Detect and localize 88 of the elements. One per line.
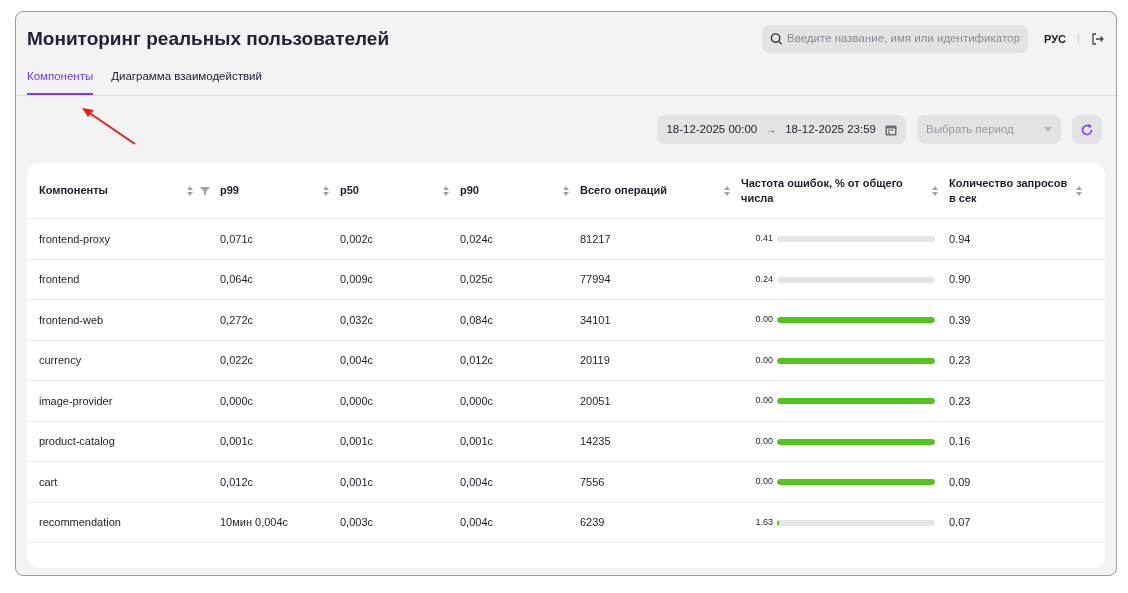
- table-cell: 20119: [580, 354, 610, 367]
- calendar-icon: [885, 123, 897, 136]
- table-cell: 0,002с: [340, 232, 374, 245]
- tab[interactable]: Диаграмма взаимодействий: [111, 64, 262, 96]
- table-cell: 20051: [580, 394, 611, 407]
- table-cell: 0,024с: [460, 232, 494, 245]
- arrow-glyph: →: [766, 123, 777, 138]
- table-cell: 0,000с: [220, 394, 254, 407]
- table-cell: 0,272с: [220, 313, 254, 326]
- table-cell: 0.07: [949, 516, 971, 529]
- table-cell: recommendation: [39, 516, 121, 529]
- table-cell: 0,004с: [460, 516, 494, 529]
- table-cell: 0,009с: [340, 273, 374, 286]
- column-header: Компоненты: [39, 183, 109, 199]
- sort-icon[interactable]: [442, 184, 450, 197]
- table-cell: 6239: [580, 516, 605, 529]
- sort-icon[interactable]: [723, 184, 731, 197]
- table-cell: 10мин 0,004с: [220, 516, 289, 529]
- column-header: Количество запросов в сек: [949, 175, 1069, 206]
- caret-icon: [1044, 127, 1052, 133]
- table-cell: 0,022с: [220, 354, 254, 367]
- table-cell: 0,012с: [460, 354, 494, 367]
- table-cell: 34101: [580, 313, 611, 326]
- filter-icon[interactable]: [200, 185, 210, 196]
- table-cell: 0.94: [949, 232, 971, 245]
- search-field[interactable]: Введите название, имя или идентификатор: [762, 25, 1028, 53]
- table-cell: 0.09: [949, 475, 971, 488]
- table-cell: currency: [39, 354, 82, 367]
- table-cell: 0,001с: [220, 435, 254, 448]
- table-cell: 77994: [580, 273, 611, 286]
- period-placeholder: Выбрать период: [926, 122, 1014, 138]
- table-cell: 0,003с: [340, 516, 374, 529]
- table-cell: image-provider: [39, 394, 113, 407]
- table-cell: 0,001с: [460, 435, 494, 448]
- table-cell: 0,004с: [460, 475, 494, 488]
- error-rate: 0.00: [754, 353, 773, 367]
- table-cell: 0,001с: [340, 435, 374, 448]
- sort-icon[interactable]: [186, 184, 194, 197]
- logout-icon[interactable]: [1091, 33, 1105, 45]
- table-cell: 0,084с: [460, 313, 494, 326]
- arrow-annotation: [80, 106, 138, 146]
- table-cell: 0,000с: [460, 394, 494, 407]
- error-rate: 0.41: [754, 232, 773, 246]
- error-rate: 0.24: [754, 272, 773, 286]
- table-cell: 0,025с: [460, 273, 494, 286]
- table-cell: frontend: [39, 273, 80, 286]
- column-header: p99: [220, 183, 240, 199]
- table-cell: 81217: [580, 232, 611, 245]
- table-cell: 0.23: [949, 354, 971, 367]
- table-cell: 0.39: [949, 313, 971, 326]
- sort-icon[interactable]: [1075, 184, 1083, 197]
- table-cell: 14235: [580, 435, 611, 448]
- error-rate: 0.00: [754, 394, 773, 408]
- table-cell: cart: [39, 475, 58, 488]
- date-range-field[interactable]: 18-12-2025 00:00 → 18-12-2025 23:59: [657, 115, 906, 145]
- column-header: p50: [340, 183, 360, 199]
- error-rate: 0.00: [754, 313, 773, 327]
- column-header: Всего операций: [580, 183, 668, 199]
- date-from: 18-12-2025 00:00: [666, 122, 758, 138]
- search-icon: [770, 32, 784, 46]
- column-header: Частота ошибок, % от общего числа: [741, 175, 904, 206]
- table-cell: 0,012с: [220, 475, 254, 488]
- table-cell: frontend-proxy: [39, 232, 110, 245]
- sort-icon[interactable]: [562, 184, 570, 197]
- table-cell: 0.23: [949, 394, 971, 407]
- page-title: Мониторинг реальных пользователей: [27, 26, 390, 51]
- table-cell: 0.90: [949, 273, 971, 286]
- error-rate: 0.00: [754, 434, 773, 448]
- column-header: p90: [460, 183, 480, 199]
- sort-icon[interactable]: [322, 184, 330, 197]
- table-cell: 0,064с: [220, 273, 254, 286]
- sort-icon[interactable]: [931, 184, 939, 197]
- table-cell: frontend-web: [39, 313, 104, 326]
- date-to: 18-12-2025 23:59: [785, 122, 876, 138]
- table-cell: 0,001с: [340, 475, 374, 488]
- error-rate: 0.00: [754, 475, 773, 489]
- refresh-icon: [1080, 122, 1094, 137]
- language-label[interactable]: РУС: [1044, 30, 1066, 48]
- refresh-button[interactable]: [1072, 115, 1102, 145]
- tab[interactable]: Компоненты: [27, 64, 94, 96]
- table-cell: 0,071с: [220, 232, 254, 245]
- table-cell: 0,032с: [340, 313, 374, 326]
- error-rate: 1.63: [754, 515, 773, 529]
- table-cell: 7556: [580, 475, 605, 488]
- table-cell: 0,004с: [340, 354, 374, 367]
- table-cell: 0,000с: [340, 394, 374, 407]
- table-cell: product-catalog: [39, 435, 115, 448]
- table-cell: 0.16: [949, 435, 971, 448]
